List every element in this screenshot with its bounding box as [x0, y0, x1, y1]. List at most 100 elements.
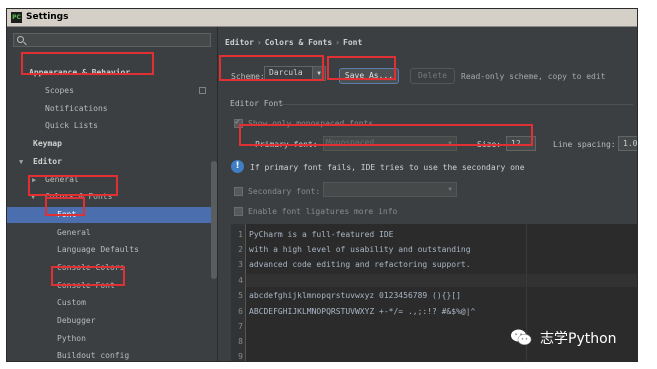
sidebar-item-language-defaults[interactable]: Language Defaults [7, 242, 212, 258]
wechat-logo-icon [511, 329, 532, 345]
sidebar-item-label: Editor [33, 157, 62, 166]
scheme-dropdown[interactable]: Darcula ▼ [264, 66, 326, 81]
preview-line: advanced code editing and refactoring su… [249, 260, 471, 269]
breadcrumb-separator: › [256, 38, 262, 47]
line-number: 2 [238, 245, 243, 254]
sidebar-item-buildout-config[interactable]: Buildout config [7, 348, 212, 361]
ligatures-label: Enable font ligatures more info [248, 207, 397, 216]
size-label: Size: [477, 140, 502, 149]
save-as-button[interactable]: Save As... [339, 68, 399, 84]
primary-font-value: Monospaced [326, 138, 375, 147]
monospaced-only-label: Show only monospaced fonts [248, 119, 374, 128]
line-spacing-input[interactable]: 1.0 [618, 136, 637, 151]
settings-sidebar: Appearance & Behavior Scopes Notificatio… [7, 27, 218, 361]
sidebar-item-label: Buildout config [57, 351, 130, 360]
chevron-down-icon[interactable]: ▼ [31, 189, 39, 205]
primary-font-label: Primary font: [255, 140, 318, 149]
sidebar-scrollbar[interactable] [211, 71, 217, 359]
chevron-right-icon[interactable]: ▶ [32, 172, 40, 188]
sidebar-item-label: Keymap [33, 139, 62, 148]
breadcrumb-item: Colors & Fonts [264, 38, 333, 47]
search-icon [17, 36, 24, 43]
sidebar-item-keymap[interactable]: Keymap [7, 136, 212, 152]
window-title: Settings [26, 12, 69, 22]
gutter-divider [245, 224, 246, 361]
preview-line: abcdefghijklmnopqrstuvwxyz 0123456789 ()… [249, 291, 461, 300]
primary-font-dropdown[interactable]: Monospaced ▼ [323, 136, 457, 151]
sidebar-item-console-colors[interactable]: Console Colors [7, 260, 212, 276]
scheme-value: Darcula [269, 68, 303, 77]
sidebar-item-general[interactable]: ▶ General [7, 172, 212, 188]
chevron-down-icon[interactable]: ▼ [19, 154, 27, 170]
sidebar-item-label: Colors & Fonts [45, 192, 113, 201]
sidebar-item-label: General [57, 228, 91, 237]
dropdown-arrow-icon[interactable]: ▼ [444, 137, 456, 150]
sidebar-item-label: Console Colors [57, 263, 125, 272]
size-input[interactable]: 12 [506, 136, 536, 151]
sidebar-item-python[interactable]: Python [7, 331, 212, 347]
line-number: 7 [238, 322, 243, 331]
line-number: 3 [238, 260, 243, 269]
sidebar-item-label: General [45, 175, 79, 184]
sidebar-item-notifications[interactable]: Notifications [7, 101, 212, 117]
breadcrumb-item: Font [343, 38, 363, 47]
sidebar-item-label: Font [57, 210, 77, 219]
sidebar-item-console-font[interactable]: Console Font [7, 278, 212, 294]
sidebar-item-label: Custom [57, 298, 86, 307]
more-info-link[interactable]: more info [354, 207, 397, 216]
preview-line: ABCDEFGHIJKLMNOPQRSTUVWXYZ +-*/= .,;:!? … [249, 307, 476, 316]
dropdown-arrow-icon[interactable]: ▼ [444, 183, 456, 196]
ligatures-label-text: Enable font ligatures [248, 207, 350, 216]
info-message: If primary font fails, IDE tries to use … [250, 163, 525, 172]
line-spacing-label: Line spacing: [553, 140, 616, 149]
settings-content: Editor › Colors & Fonts › Font Scheme: Darcu… [219, 27, 637, 361]
sidebar-item-label: Python [57, 334, 86, 343]
caret-row-highlight [246, 274, 637, 287]
sidebar-item-label: Scopes [45, 86, 74, 95]
sidebar-item-editor[interactable]: ▼ Editor [7, 154, 212, 170]
title-bar: PC Settings [7, 9, 637, 27]
sidebar-item-quick-lists[interactable]: Quick Lists [7, 118, 212, 134]
dropdown-arrow-icon[interactable]: ▼ [312, 67, 325, 80]
sidebar-item-label: Debugger [57, 316, 96, 325]
monospaced-only-checkbox[interactable] [234, 117, 243, 128]
sidebar-item-debugger[interactable]: Debugger [7, 313, 212, 329]
line-number: 9 [238, 352, 243, 361]
read-only-note: Read-only scheme, copy to edit [461, 72, 606, 81]
secondary-font-checkbox[interactable] [234, 187, 243, 196]
sidebar-item-label: Appearance & Behavior [29, 68, 131, 77]
section-title: Editor Font [230, 99, 283, 108]
scheme-label: Scheme: [231, 72, 265, 81]
line-number: 4 [238, 276, 243, 285]
settings-window: PC Settings Appearance & Behavior Scopes… [6, 8, 638, 362]
sidebar-item-colors-general[interactable]: General [7, 225, 212, 241]
sidebar-item-custom[interactable]: Custom [7, 295, 212, 311]
search-box[interactable] [13, 33, 211, 47]
sidebar-item-font[interactable]: Font [7, 207, 212, 223]
sidebar-item-scopes[interactable]: Scopes [7, 83, 212, 99]
sidebar-item-appearance-behavior[interactable]: Appearance & Behavior [7, 65, 212, 81]
breadcrumb-item: Editor [225, 38, 254, 47]
secondary-font-label: Secondary font: [248, 187, 321, 196]
watermark-text: 志学Python [540, 331, 617, 347]
line-number: 1 [238, 230, 243, 239]
info-icon: ! [231, 160, 244, 173]
line-number: 5 [238, 291, 243, 300]
sidebar-item-label: Notifications [45, 104, 108, 113]
search-input[interactable] [28, 34, 208, 46]
pycharm-app-icon: PC [11, 12, 22, 23]
secondary-font-dropdown[interactable]: ▼ [323, 182, 457, 197]
sidebar-item-label: Language Defaults [57, 245, 139, 254]
sidebar-item-label: Quick Lists [45, 121, 98, 130]
preview-line: with a high level of usability and outst… [249, 245, 471, 254]
ligatures-checkbox[interactable] [234, 207, 243, 216]
sidebar-item-colors-fonts[interactable]: ▼ Colors & Fonts [7, 189, 212, 205]
breadcrumb: Editor › Colors & Fonts › Font [225, 38, 362, 47]
delete-button[interactable]: Delete [410, 68, 455, 84]
sidebar-scrollbar-thumb[interactable] [211, 161, 217, 279]
sidebar-item-label: Console Font [57, 281, 115, 290]
preview-line: PyCharm is a full-featured IDE [249, 230, 394, 239]
line-number: 6 [238, 307, 243, 316]
line-number: 8 [238, 337, 243, 346]
breadcrumb-separator: › [335, 38, 340, 47]
